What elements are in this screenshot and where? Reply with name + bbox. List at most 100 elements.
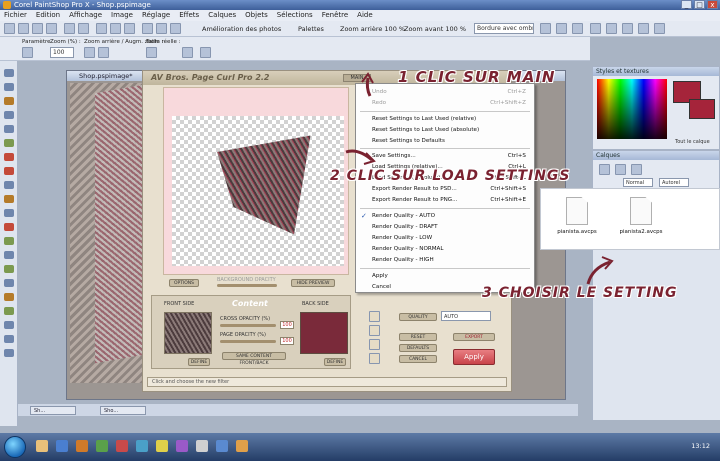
page-opacity-value[interactable]: 100 [280, 337, 294, 345]
hide-preview-button[interactable]: HIDE PREVIEW [291, 279, 335, 287]
menu-reglage[interactable]: Réglage [142, 10, 170, 21]
lighten-tool-icon[interactable] [4, 251, 14, 259]
enhance-photo-menu[interactable]: Amélioration des photos [202, 25, 281, 33]
new-icon[interactable] [4, 23, 15, 34]
menu-calques[interactable]: Calques [208, 10, 236, 21]
shadow-icon[interactable] [369, 353, 380, 364]
undo-icon[interactable] [64, 23, 75, 34]
blend-mode-select[interactable]: Normal [623, 178, 653, 187]
print-icon[interactable] [46, 23, 57, 34]
background-color-swatch[interactable] [689, 99, 715, 119]
copy-icon[interactable] [110, 23, 121, 34]
menu-effets[interactable]: Effets [179, 10, 199, 21]
layers-icon[interactable] [622, 23, 633, 34]
delete-layer-icon[interactable] [631, 164, 642, 175]
explorer-icon[interactable] [36, 440, 48, 452]
menu-fichier[interactable]: Fichier [4, 10, 27, 21]
file-item[interactable]: pianista.avcps [549, 197, 605, 235]
pan-tool-icon[interactable] [4, 69, 14, 77]
tools-icon[interactable] [654, 23, 665, 34]
script-icon[interactable] [572, 23, 583, 34]
cross-opacity-value[interactable]: 100 [280, 321, 294, 329]
shape-tool-icon[interactable] [4, 307, 14, 315]
define-back-button[interactable]: DEFINE [324, 358, 346, 366]
light-icon[interactable] [369, 339, 380, 350]
maximize-button[interactable]: □ [694, 0, 705, 9]
palettes-menu[interactable]: Palettes [298, 25, 324, 33]
menu-objets[interactable]: Objets [245, 10, 268, 21]
clone-tool-icon[interactable] [4, 195, 14, 203]
save-icon[interactable] [32, 23, 43, 34]
scratch-tool-icon[interactable] [4, 209, 14, 217]
app-icon-red[interactable] [116, 440, 128, 452]
word-icon[interactable] [216, 440, 228, 452]
minimize-button[interactable]: _ [681, 0, 692, 9]
curl-preview-image[interactable] [217, 135, 311, 235]
mask-icon[interactable] [615, 164, 626, 175]
zoom-tool-icon[interactable] [4, 83, 14, 91]
menu-item-quality-draft[interactable]: Render Quality - DRAFT [356, 222, 534, 232]
zoom-out-button[interactable]: Zoom arrière 100 % [340, 25, 405, 33]
airbrush-tool-icon[interactable] [4, 237, 14, 245]
menu-affichage[interactable]: Affichage [69, 10, 102, 21]
new-layer-icon[interactable] [599, 164, 610, 175]
pen-tool-icon[interactable] [4, 321, 14, 329]
menu-item-quality-high[interactable]: Render Quality - HIGH [356, 255, 534, 265]
file-item[interactable]: pianista2.avcps [613, 197, 669, 235]
mesh-tool-icon[interactable] [4, 349, 14, 357]
zoom-minus-icon[interactable] [84, 47, 95, 58]
zoom-in-button[interactable]: Zoom avant 100 % [404, 25, 466, 33]
resize-icon[interactable] [156, 23, 167, 34]
help-icon[interactable] [170, 23, 181, 34]
zoom-value-field[interactable]: 100 [50, 47, 74, 58]
crop-tool-icon[interactable] [4, 111, 14, 119]
settings-icon[interactable] [606, 23, 617, 34]
redo-icon[interactable] [78, 23, 89, 34]
psp-icon[interactable] [236, 440, 248, 452]
firefox-icon[interactable] [76, 440, 88, 452]
front-side-thumbnail[interactable] [164, 312, 212, 354]
fill-tool-icon[interactable] [4, 279, 14, 287]
info-icon[interactable] [638, 23, 649, 34]
eraser-tool-icon[interactable] [4, 265, 14, 273]
fit-window-icon[interactable] [182, 47, 193, 58]
makeover-tool-icon[interactable] [4, 181, 14, 189]
paste-icon[interactable] [124, 23, 135, 34]
background-opacity-slider[interactable] [217, 284, 277, 287]
open-icon[interactable] [18, 23, 29, 34]
cross-opacity-slider[interactable] [220, 324, 276, 327]
all-layers-checkbox[interactable]: Tout le calque [675, 139, 710, 145]
cancel-button[interactable]: CANCEL [399, 355, 437, 363]
menu-item-quality-low[interactable]: Render Quality - LOW [356, 233, 534, 243]
options-button[interactable]: OPTIONS [169, 279, 199, 287]
apply-button[interactable]: Apply [453, 349, 495, 365]
menu-item-quality-auto[interactable]: ✓ Render Quality - AUTO [356, 211, 534, 221]
paint-brush-tool-icon[interactable] [4, 223, 14, 231]
selection-tool-icon[interactable] [4, 139, 14, 147]
move-tool-icon[interactable] [4, 125, 14, 133]
menu-edition[interactable]: Edition [36, 10, 60, 21]
deform-tool-icon[interactable] [4, 97, 14, 105]
zoom-plus-icon[interactable] [98, 47, 109, 58]
reset-button[interactable]: RESET [399, 333, 437, 341]
back-side-thumbnail[interactable] [300, 312, 348, 354]
preset-icon[interactable] [22, 47, 33, 58]
layout-icon[interactable] [369, 311, 380, 322]
menu-item-quality-normal[interactable]: Render Quality - NORMAL [356, 244, 534, 254]
border-dropdown[interactable]: Bordure avec ombre ... [474, 23, 534, 34]
menu-item-export-png[interactable]: Export Render Result to PNG... Ctrl+Shift… [356, 195, 534, 205]
menu-item-apply[interactable]: Apply [356, 271, 534, 281]
dropper-tool-icon[interactable] [4, 153, 14, 161]
stop-icon[interactable] [556, 23, 567, 34]
actual-size-icon[interactable] [146, 47, 157, 58]
page-opacity-slider[interactable] [220, 340, 276, 343]
media-icon[interactable] [176, 440, 188, 452]
menu-image[interactable]: Image [111, 10, 133, 21]
same-content-button[interactable]: SAME CONTENT FRONT/BACK [222, 352, 286, 366]
browse-icon[interactable] [590, 23, 601, 34]
close-button[interactable]: x [707, 0, 718, 9]
menu-fenetre[interactable]: Fenêtre [322, 10, 348, 21]
export-button[interactable]: EXPORT [453, 333, 495, 341]
text-tool-icon[interactable] [4, 293, 14, 301]
start-button[interactable] [4, 436, 26, 458]
